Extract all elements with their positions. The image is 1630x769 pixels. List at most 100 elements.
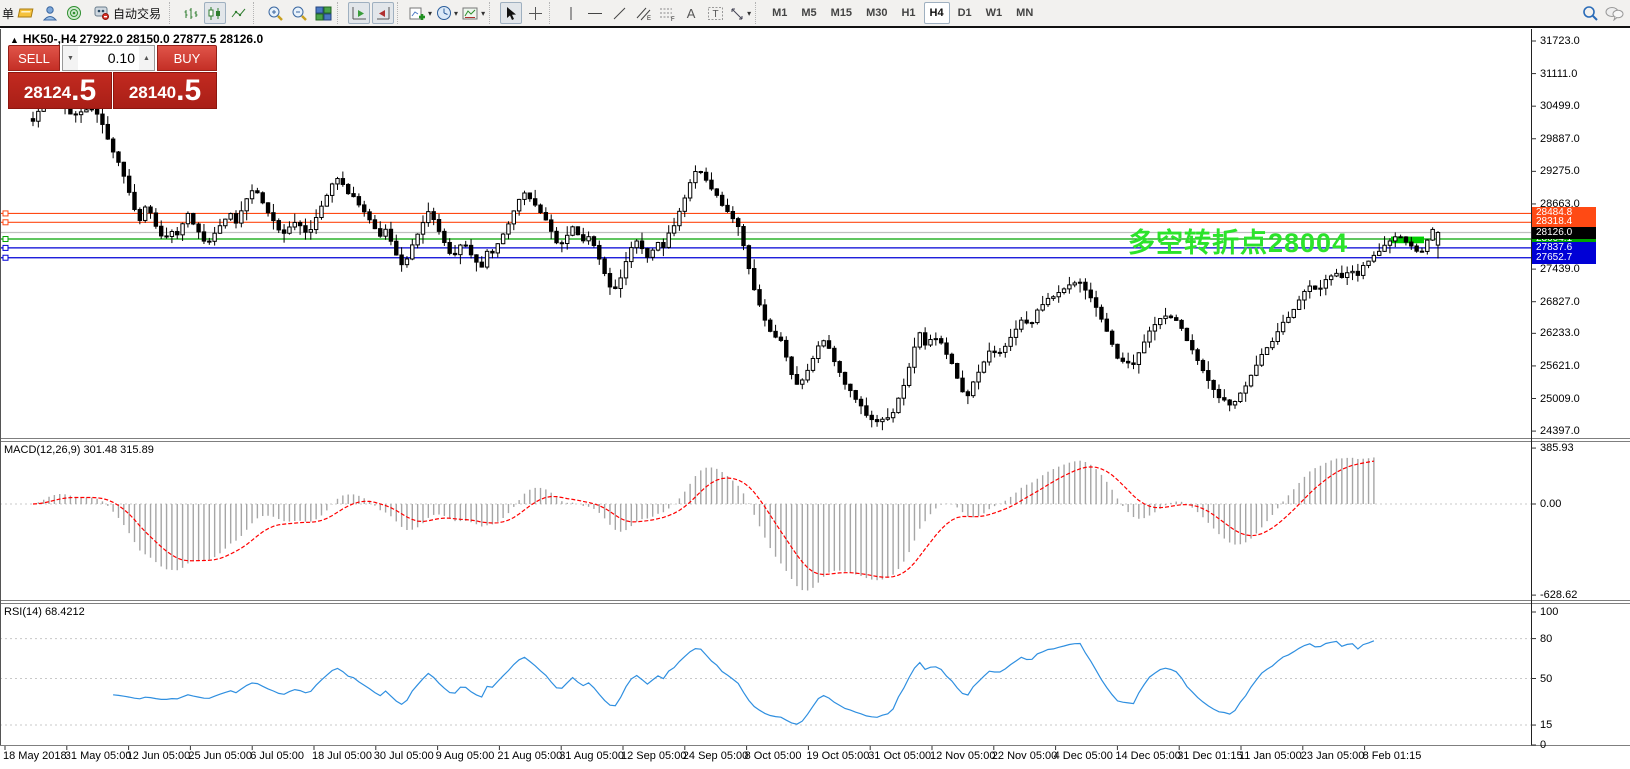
time-axis-label: 31 Oct 05:00: [868, 750, 931, 762]
line-handle[interactable]: [3, 211, 8, 216]
buy-price-tile[interactable]: 28140 .5: [113, 72, 217, 109]
candle-body: [758, 290, 761, 305]
candle-body: [1009, 337, 1012, 346]
candle-body: [795, 375, 798, 385]
candle-body: [250, 191, 253, 199]
candle-body: [496, 244, 499, 253]
candle-body: [443, 231, 446, 242]
candle-body: [956, 364, 959, 379]
macd-pane[interactable]: [0, 457, 1531, 590]
line-handle[interactable]: [3, 237, 8, 242]
candle-body: [1271, 342, 1274, 348]
candle-body: [566, 235, 569, 243]
candle-body: [672, 226, 675, 233]
collapse-panel-icon[interactable]: ▲: [10, 35, 19, 45]
chart-text-annotation[interactable]: 多空转折点28004: [1128, 221, 1348, 260]
rsi-pane[interactable]: [0, 639, 1531, 725]
candle-body: [507, 224, 510, 234]
candle-body: [1335, 273, 1338, 276]
candle-body: [261, 193, 264, 203]
candle-body: [1105, 319, 1108, 331]
candle-body: [1436, 233, 1439, 246]
candle-body: [683, 198, 686, 211]
candle-body: [806, 370, 809, 380]
time-axis-label: 19 Oct 05:00: [806, 750, 869, 762]
candle-body: [127, 176, 130, 192]
volume-input[interactable]: 0.10: [78, 46, 139, 70]
candle-body: [37, 111, 40, 121]
candle-body: [330, 184, 333, 195]
candle-body: [1020, 320, 1023, 329]
candle-body: [977, 372, 980, 382]
candle-body: [688, 183, 691, 198]
candle-body: [891, 413, 894, 418]
candle-body: [988, 351, 991, 362]
candle-body: [234, 214, 237, 224]
time-axis-label: 31 Dec 01:15: [1177, 750, 1242, 762]
candle-body: [1281, 322, 1284, 331]
candle-body: [218, 226, 221, 234]
rsi-axis-tick-label: 100: [1540, 606, 1558, 618]
candle-body: [646, 249, 649, 258]
candle-body: [923, 333, 926, 345]
chart-canvas[interactable]: [0, 0, 1630, 769]
line-handle[interactable]: [3, 220, 8, 225]
candle-body: [544, 213, 547, 220]
candle-body: [170, 232, 173, 237]
candle-body: [395, 241, 398, 255]
candle-body: [608, 274, 611, 287]
candle-body: [913, 347, 916, 367]
macd-axis-tick-label: 0.00: [1540, 498, 1561, 510]
time-axis-label: 12 Jun 05:00: [127, 750, 191, 762]
candle-body: [817, 346, 820, 359]
line-handle[interactable]: [3, 255, 8, 260]
candle-body: [630, 248, 633, 262]
candle-body: [1212, 380, 1215, 389]
candle-body: [1410, 242, 1413, 246]
price-axis-tick-label: 26827.0: [1540, 296, 1580, 308]
buy-button[interactable]: BUY: [157, 45, 217, 71]
candle-body: [245, 199, 248, 211]
candle-body: [945, 343, 948, 354]
candle-body: [1164, 316, 1167, 319]
sell-price-tile[interactable]: 28124 .5: [8, 72, 112, 109]
candle-body: [843, 372, 846, 384]
price-axis-tick-label: 24397.0: [1540, 425, 1580, 437]
price-pane[interactable]: [0, 91, 1531, 431]
candle-body: [1030, 323, 1033, 324]
macd-axis-tick-label: 385.93: [1540, 442, 1574, 454]
candle-body: [1308, 286, 1311, 291]
time-axis-label: 24 Sep 05:00: [683, 750, 748, 762]
macd-indicator-label: MACD(12,26,9) 301.48 315.89: [4, 444, 154, 456]
candle-body: [1217, 389, 1220, 397]
candle-body: [293, 222, 296, 227]
volume-decrease-button[interactable]: ▼: [63, 46, 78, 70]
time-axis-label: 9 Aug 05:00: [436, 750, 495, 762]
candle-body: [1265, 348, 1268, 355]
candle-body: [1415, 246, 1418, 251]
volume-increase-button[interactable]: ▲: [139, 46, 154, 70]
candle-body: [549, 220, 552, 231]
candle-body: [598, 245, 601, 259]
chart-window[interactable]: ▲HK50-,H4 27922.0 28150.0 27877.5 28126.…: [0, 28, 1630, 769]
line-handle[interactable]: [3, 245, 8, 250]
candle-body: [993, 351, 996, 352]
candle-body: [1201, 360, 1204, 370]
candle-body: [314, 218, 317, 230]
candle-body: [298, 222, 301, 225]
rsi-indicator-label: RSI(14) 68.4212: [4, 606, 85, 618]
time-axis-label: 6 Jul 05:00: [250, 750, 304, 762]
time-axis-label: 12 Sep 05:00: [621, 750, 686, 762]
candle-body: [304, 226, 307, 233]
candle-body: [325, 195, 328, 206]
candle-body: [1004, 346, 1007, 352]
candle-body: [694, 172, 697, 183]
sell-price-frac: .5: [71, 76, 96, 106]
time-axis-label: 8 Oct 05:00: [745, 750, 802, 762]
candle-body: [256, 191, 259, 193]
candle-body: [421, 223, 424, 235]
candle-body: [1073, 283, 1076, 285]
candle-body: [939, 339, 942, 343]
sell-button[interactable]: SELL: [8, 45, 60, 71]
time-axis-label: 18 May 2018: [3, 750, 67, 762]
